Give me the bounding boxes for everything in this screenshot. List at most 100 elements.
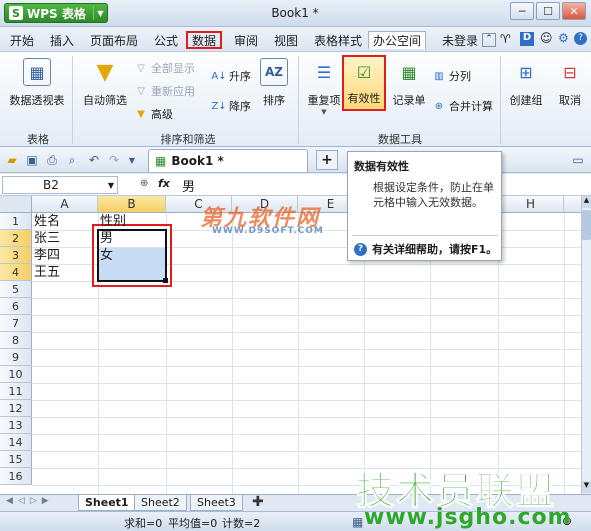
row-header[interactable]: 1 <box>0 213 32 230</box>
row-header[interactable]: 13 <box>0 417 32 434</box>
collapse-ribbon-icon[interactable]: ⌃ <box>482 33 496 47</box>
docer-icon[interactable]: D <box>520 32 534 46</box>
new-tab-button[interactable]: + <box>316 150 338 170</box>
open-folder-icon[interactable]: ▰ <box>4 152 20 168</box>
scroll-up-icon[interactable]: ▲ <box>582 196 591 208</box>
ungroup-icon: ⊟ <box>563 62 577 82</box>
chevron-down-icon[interactable]: ▼ <box>124 152 140 168</box>
row-header[interactable]: 12 <box>0 400 32 417</box>
sort-asc-label: 升序 <box>229 70 251 83</box>
duplicates-label: 重复项 <box>307 94 341 107</box>
formula-input[interactable]: 男 <box>182 176 195 195</box>
sheet-tab-3[interactable]: Sheet3 <box>190 495 243 511</box>
duplicates-button[interactable]: ☰ 重复项 ▼ <box>304 58 344 117</box>
tab-home[interactable]: 开始 <box>6 31 38 49</box>
settings-icon[interactable]: ⚙ <box>558 31 569 45</box>
print-preview-icon[interactable]: ⌕ <box>64 152 80 168</box>
cell-a2[interactable]: 张三 <box>32 230 98 247</box>
sheet-tab-1[interactable]: Sheet1 <box>78 495 136 511</box>
cell-b2[interactable]: 男 <box>98 230 166 247</box>
save-icon[interactable]: ▣ <box>24 152 40 168</box>
group-icon: ⊞ <box>519 62 533 82</box>
row-header[interactable]: 9 <box>0 349 32 366</box>
row-header[interactable]: 8 <box>0 332 32 349</box>
scroll-thumb[interactable] <box>582 210 591 240</box>
row-header[interactable]: 11 <box>0 383 32 400</box>
reapply-button[interactable]: ▽ 重新应用 <box>134 83 195 99</box>
row-header[interactable]: 5 <box>0 281 32 298</box>
print-icon[interactable]: ⎙ <box>44 152 60 168</box>
row-header[interactable]: 14 <box>0 434 32 451</box>
window-layout-icon[interactable]: ▭ <box>570 152 586 168</box>
tab-review[interactable]: 审阅 <box>230 31 262 49</box>
sort-ascending-button[interactable]: A↓ 升序 <box>211 68 251 84</box>
row-header[interactable]: 7 <box>0 315 32 332</box>
tooltip-help: ? 有关详细帮助，请按F1。 <box>354 241 497 257</box>
tab-table-style[interactable]: 表格样式 <box>310 31 366 49</box>
sheet-tab-2[interactable]: Sheet2 <box>134 495 187 511</box>
consolidate-button[interactable]: ⊕ 合并计算 <box>432 98 493 114</box>
help-icon[interactable]: ? <box>574 32 587 45</box>
app-menu-button[interactable]: S WPS 表格 ▼ <box>4 3 108 23</box>
cell-a4[interactable]: 王五 <box>32 264 98 281</box>
column-header[interactable]: H <box>498 196 564 213</box>
normal-view-icon[interactable]: ▦ <box>352 515 363 529</box>
select-all-corner[interactable] <box>0 196 32 213</box>
vertical-scrollbar[interactable]: ▲ ▼ <box>581 196 591 494</box>
skin-icon[interactable]: ♈ <box>500 32 511 46</box>
name-box[interactable]: B2 ▼ <box>2 176 118 194</box>
function-icon[interactable]: fx <box>158 177 170 190</box>
sort-descending-button[interactable]: Z↓ 降序 <box>211 98 251 114</box>
group-label-table: 表格 <box>27 133 49 146</box>
zoom-formula-icon[interactable]: ⊕ <box>140 178 148 189</box>
create-group-button[interactable]: ⊞ 创建组 <box>506 58 546 108</box>
redo-icon[interactable]: ↷ <box>106 152 122 168</box>
row-header[interactable]: 16 <box>0 468 32 485</box>
workbook-tab[interactable]: ▦ Book1 * <box>148 149 308 172</box>
tooltip-divider <box>352 235 498 236</box>
show-all-label: 全部显示 <box>151 62 195 75</box>
ribbon: ▦ 数据透视表 表格 ▼ 自动筛选 ▽ 全部显示 ▽ 重新应用 ▼ 高级 A↓ 升序 Z… <box>0 51 591 147</box>
sort-asc-icon: A↓ <box>211 70 227 82</box>
validity-button[interactable]: ☑ 有效性 <box>342 55 386 111</box>
cell-b3[interactable]: 女 <box>98 247 166 264</box>
maximize-button[interactable]: ☐ <box>536 2 560 20</box>
column-header[interactable] <box>564 196 581 213</box>
row-header[interactable]: 10 <box>0 366 32 383</box>
menu-bar: 开始 插入 页面布局 公式 数据 审阅 视图 表格样式 办公空间 未登录 ⌃ ♈… <box>0 27 591 51</box>
close-button[interactable]: ✕ <box>562 2 586 20</box>
minimize-button[interactable]: ─ <box>510 2 534 20</box>
column-header[interactable]: A <box>32 196 98 213</box>
row-header[interactable]: 4 <box>0 264 32 281</box>
undo-icon[interactable]: ↶ <box>86 152 102 168</box>
pivot-table-button[interactable]: ▦ 数据透视表 <box>6 58 68 108</box>
records-button[interactable]: ▦ 记录单 <box>390 58 428 108</box>
tab-view[interactable]: 视图 <box>270 31 302 49</box>
autofilter-button[interactable]: ▼ 自动筛选 <box>80 58 130 108</box>
cell-b1[interactable]: 性别 <box>98 213 166 230</box>
tab-page-layout[interactable]: 页面布局 <box>86 31 142 49</box>
ungroup-button[interactable]: ⊟ 取消 <box>550 58 590 108</box>
row-header[interactable]: 3 <box>0 247 32 264</box>
split-column-button[interactable]: ▥ 分列 <box>432 68 471 84</box>
cell-a1[interactable]: 姓名 <box>32 213 98 230</box>
row-header[interactable]: 2 <box>0 230 32 247</box>
scroll-down-icon[interactable]: ▼ <box>582 481 591 493</box>
login-link[interactable]: 未登录 <box>438 31 482 49</box>
advanced-filter-button[interactable]: ▼ 高级 <box>134 106 173 122</box>
row-header[interactable]: 15 <box>0 451 32 468</box>
filter-icon: ▽ <box>137 85 145 97</box>
user-icon[interactable]: ☺ <box>540 31 553 45</box>
sheet-nav-arrows-icon[interactable]: ◀◁▷▶ <box>6 496 54 506</box>
add-sheet-icon[interactable]: ✚ <box>252 495 264 509</box>
row-header[interactable]: 6 <box>0 298 32 315</box>
sort-az-icon: AZ <box>260 58 288 86</box>
column-header[interactable]: B <box>98 196 166 213</box>
tab-insert[interactable]: 插入 <box>46 31 78 49</box>
tab-formulas[interactable]: 公式 <box>150 31 182 49</box>
sort-button[interactable]: AZ 排序 <box>258 58 290 108</box>
show-all-button[interactable]: ▽ 全部显示 <box>134 60 195 76</box>
tab-office-space[interactable]: 办公空间 <box>368 31 427 49</box>
cell-a3[interactable]: 李四 <box>32 247 98 264</box>
tab-data[interactable]: 数据 <box>186 31 223 49</box>
